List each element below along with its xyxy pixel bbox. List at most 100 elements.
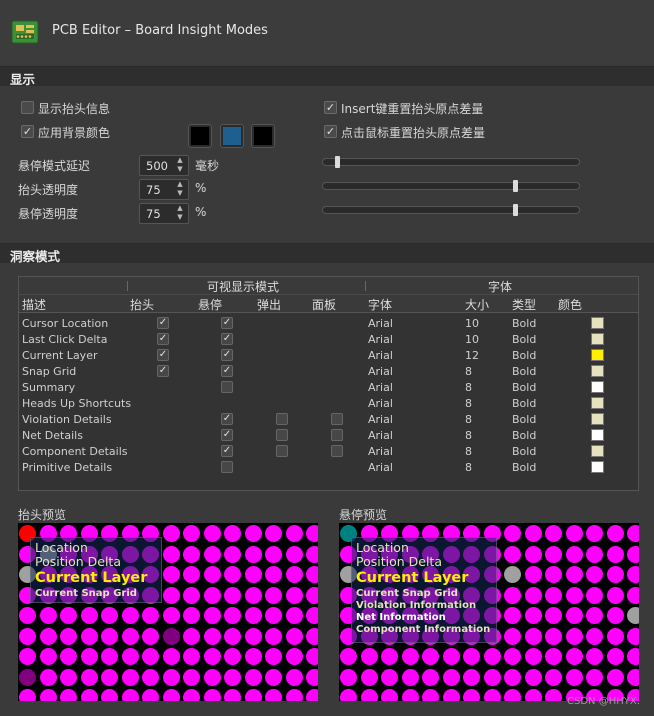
column-size[interactable]: 大小 xyxy=(465,296,489,313)
row-font-style[interactable]: Bold xyxy=(512,413,536,426)
row-font[interactable]: Arial xyxy=(368,349,393,362)
spin-arrows-icon[interactable]: ▲ ▼ xyxy=(175,180,185,199)
row-color-swatch[interactable] xyxy=(591,445,604,457)
row-color-swatch[interactable] xyxy=(591,397,604,409)
row-font-size[interactable]: 8 xyxy=(465,365,472,378)
spin-arrows-icon[interactable]: ▲ ▼ xyxy=(175,204,185,223)
row-font[interactable]: Arial xyxy=(368,429,393,442)
column-heads-up[interactable]: 抬头 xyxy=(130,296,154,313)
row-font-style[interactable]: Bold xyxy=(512,461,536,474)
table-row[interactable]: Last Click Delta Arial 10 Bold xyxy=(19,331,638,347)
table-row[interactable]: Component Details Arial 8 Bold xyxy=(19,443,638,459)
table-row[interactable]: Primitive Details Arial 8 Bold xyxy=(19,459,638,475)
show-heads-up-checkbox[interactable] xyxy=(21,101,34,114)
row-hover-checkbox[interactable] xyxy=(221,461,233,473)
row-font-size[interactable]: 12 xyxy=(465,349,479,362)
column-color[interactable]: 颜色 xyxy=(558,296,582,313)
row-heads-up-checkbox[interactable] xyxy=(157,365,169,377)
row-font-style[interactable]: Bold xyxy=(512,429,536,442)
spin-arrows-icon[interactable]: ▲ ▼ xyxy=(175,156,185,175)
table-row[interactable]: Net Details Arial 8 Bold xyxy=(19,427,638,443)
row-color-swatch[interactable] xyxy=(591,461,604,473)
column-font[interactable]: 字体 xyxy=(368,296,392,313)
table-row[interactable]: Violation Details Arial 8 Bold xyxy=(19,411,638,427)
hover-delay-spinbox[interactable]: 500 ▲ ▼ xyxy=(139,155,189,176)
row-heads-up-checkbox[interactable] xyxy=(157,349,169,361)
background-color-2-button[interactable] xyxy=(220,124,244,148)
table-row[interactable]: Summary Arial 8 Bold xyxy=(19,379,638,395)
background-color-3-button[interactable] xyxy=(251,124,275,148)
row-font-style[interactable]: Bold xyxy=(512,349,536,362)
row-panel-checkbox[interactable] xyxy=(331,445,343,457)
row-font[interactable]: Arial xyxy=(368,413,393,426)
apply-background-checkbox[interactable] xyxy=(21,125,34,138)
table-row[interactable]: Current Layer Arial 12 Bold xyxy=(19,347,638,363)
row-color-swatch[interactable] xyxy=(591,317,604,329)
row-hover-checkbox[interactable] xyxy=(221,333,233,345)
row-font[interactable]: Arial xyxy=(368,317,393,330)
heads-up-opacity-spinbox[interactable]: 75 ▲ ▼ xyxy=(139,179,189,200)
hover-delay-slider[interactable] xyxy=(322,158,580,166)
row-font-size[interactable]: 10 xyxy=(465,317,479,330)
row-font-style[interactable]: Bold xyxy=(512,445,536,458)
hover-opacity-slider[interactable] xyxy=(322,206,580,214)
row-hover-checkbox[interactable] xyxy=(221,413,233,425)
row-panel-checkbox[interactable] xyxy=(331,413,343,425)
row-hover-checkbox[interactable] xyxy=(221,349,233,361)
row-color-swatch[interactable] xyxy=(591,429,604,441)
row-font-size[interactable]: 8 xyxy=(465,397,472,410)
row-color-swatch[interactable] xyxy=(591,349,604,361)
row-font-size[interactable]: 8 xyxy=(465,381,472,394)
row-font[interactable]: Arial xyxy=(368,333,393,346)
row-panel-checkbox[interactable] xyxy=(331,429,343,441)
heads-up-opacity-slider[interactable] xyxy=(322,182,580,190)
row-heads-up-checkbox[interactable] xyxy=(157,333,169,345)
row-popup-checkbox[interactable] xyxy=(276,445,288,457)
divider xyxy=(127,281,128,291)
row-font[interactable]: Arial xyxy=(368,461,393,474)
column-popup[interactable]: 弹出 xyxy=(257,296,281,313)
row-popup-checkbox[interactable] xyxy=(276,413,288,425)
row-hover-checkbox[interactable] xyxy=(221,381,233,393)
row-font-size[interactable]: 10 xyxy=(465,333,479,346)
row-hover-checkbox[interactable] xyxy=(221,317,233,329)
preview-pad xyxy=(524,627,542,645)
heads-up-opacity-slider-thumb[interactable] xyxy=(512,180,518,192)
row-color-swatch[interactable] xyxy=(591,365,604,377)
column-hover[interactable]: 悬停 xyxy=(198,296,222,313)
background-color-1-button[interactable] xyxy=(188,124,212,148)
row-hover-checkbox[interactable] xyxy=(221,445,233,457)
row-hover-checkbox[interactable] xyxy=(221,429,233,441)
row-font-style[interactable]: Bold xyxy=(512,381,536,394)
preview-pad xyxy=(265,668,282,686)
row-font[interactable]: Arial xyxy=(368,365,393,378)
row-font-size[interactable]: 8 xyxy=(465,461,472,474)
row-font-style[interactable]: Bold xyxy=(512,317,536,330)
hover-opacity-spinbox[interactable]: 75 ▲ ▼ xyxy=(139,203,189,224)
row-color-swatch[interactable] xyxy=(591,333,604,345)
row-hover-checkbox[interactable] xyxy=(221,365,233,377)
table-row[interactable]: Cursor Location Arial 10 Bold xyxy=(19,315,638,331)
row-font[interactable]: Arial xyxy=(368,397,393,410)
row-color-swatch[interactable] xyxy=(591,381,604,393)
click-reset-delta-checkbox[interactable] xyxy=(324,125,337,138)
row-font-style[interactable]: Bold xyxy=(512,333,536,346)
row-font-size[interactable]: 8 xyxy=(465,445,472,458)
column-desc[interactable]: 描述 xyxy=(22,296,46,313)
table-row[interactable]: Snap Grid Arial 8 Bold xyxy=(19,363,638,379)
row-popup-checkbox[interactable] xyxy=(276,429,288,441)
insert-reset-delta-checkbox[interactable] xyxy=(324,101,337,114)
row-font-style[interactable]: Bold xyxy=(512,397,536,410)
row-font[interactable]: Arial xyxy=(368,381,393,394)
row-heads-up-checkbox[interactable] xyxy=(157,317,169,329)
column-panel[interactable]: 面板 xyxy=(312,296,336,313)
row-color-swatch[interactable] xyxy=(591,413,604,425)
row-font[interactable]: Arial xyxy=(368,445,393,458)
hover-opacity-slider-thumb[interactable] xyxy=(512,204,518,216)
row-font-size[interactable]: 8 xyxy=(465,413,472,426)
row-font-style[interactable]: Bold xyxy=(512,365,536,378)
hover-delay-slider-thumb[interactable] xyxy=(335,156,340,168)
table-row[interactable]: Heads Up Shortcuts Arial 8 Bold xyxy=(19,395,638,411)
column-style[interactable]: 类型 xyxy=(512,296,536,313)
row-font-size[interactable]: 8 xyxy=(465,429,472,442)
